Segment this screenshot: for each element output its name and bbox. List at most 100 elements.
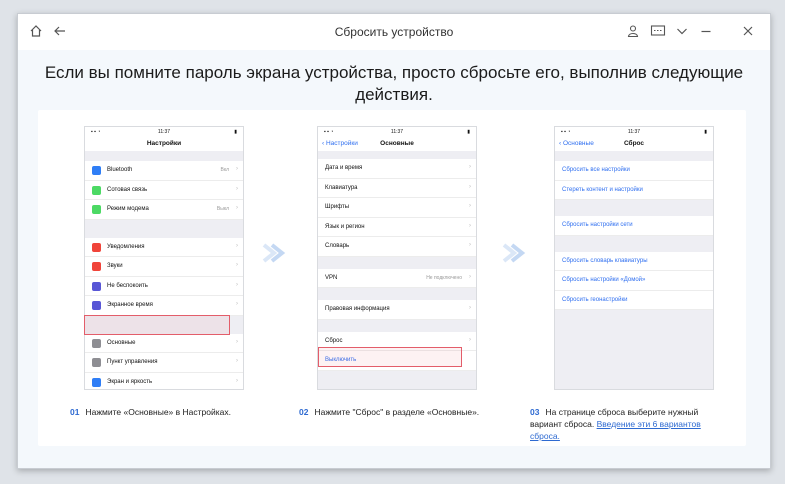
settings-row-label: Уведомления xyxy=(107,243,145,250)
settings-row[interactable]: Сбросить все настройки xyxy=(555,161,713,181)
settings-row-value: Вкл xyxy=(220,167,230,173)
chevron-right-icon: › xyxy=(236,281,238,288)
chevron-right-icon: › xyxy=(236,185,238,192)
group-spacer xyxy=(555,235,713,252)
status-time: 11:37 xyxy=(157,129,171,135)
settings-row-label: Экран и яркость xyxy=(107,378,153,385)
chevron-right-icon: › xyxy=(236,377,238,384)
settings-row[interactable]: Пункт управления › xyxy=(85,353,243,373)
settings-row-label: Сбросить все настройки xyxy=(562,167,630,173)
settings-row-icon xyxy=(92,301,101,310)
step-text: Нажмите «Основные» в Настройках. xyxy=(85,407,231,417)
settings-row[interactable]: Экранное время › xyxy=(85,296,243,316)
phone-nav-title: Настройки xyxy=(146,140,182,147)
settings-row[interactable]: Основные › xyxy=(85,333,243,353)
settings-row-label: Стереть контент и настройки xyxy=(562,186,643,193)
step-3: 03 На странице сброса выберите нужный вар… xyxy=(530,406,730,442)
settings-row-icon xyxy=(92,242,101,252)
settings-row-value: Не подключено xyxy=(426,274,462,281)
chevron-right-icon: › xyxy=(236,242,238,249)
settings-row-icon xyxy=(92,166,101,175)
settings-row-value: Выкл xyxy=(216,206,229,212)
group-spacer xyxy=(555,151,713,161)
settings-row[interactable]: Не беспокоить › xyxy=(85,276,243,296)
step-number: 01 xyxy=(70,407,80,417)
chevron-right-icon: › xyxy=(236,338,238,345)
settings-row[interactable]: Сбросить геонастройки xyxy=(555,290,713,310)
settings-row[interactable]: Сотовая связь › xyxy=(85,180,243,200)
settings-row-label: Сбросить геонастройки xyxy=(562,296,628,303)
settings-row-label: Режим модема xyxy=(107,206,149,212)
close-icon[interactable] xyxy=(740,24,756,40)
settings-row-icon xyxy=(92,358,101,367)
settings-row[interactable]: Звуки › xyxy=(85,257,243,277)
settings-row-label: Клавиатура xyxy=(325,184,358,191)
chevron-right-icon: › xyxy=(236,262,238,268)
phone-nav-title: Основные xyxy=(380,140,414,147)
settings-row-label: Сбросить настройки сети xyxy=(562,222,633,228)
settings-row[interactable]: Bluetooth Вкл › xyxy=(85,161,243,181)
settings-row[interactable]: VPN Не подключено › xyxy=(318,268,476,288)
battery-icon: ▮ xyxy=(234,129,237,135)
arrow-right-icon xyxy=(262,243,286,263)
steps-card: ▪ ▪ ◔ 11:37 ▮ Настройки Bluetooth Вкл › Сотовая… xyxy=(38,110,746,446)
chevron-right-icon: › xyxy=(469,203,471,209)
step-number: 03 xyxy=(530,407,540,417)
settings-row-label: VPN xyxy=(325,274,338,281)
battery-icon: ▮ xyxy=(467,129,470,135)
chevron-right-icon: › xyxy=(236,301,238,307)
group-spacer xyxy=(318,256,476,269)
chevron-right-icon: › xyxy=(236,205,238,211)
settings-row-label: Пункт управления xyxy=(107,359,158,365)
settings-row-label: Bluetooth xyxy=(107,167,133,173)
settings-row-icon xyxy=(92,185,101,195)
settings-row-label: Сброс xyxy=(325,337,343,344)
settings-row[interactable]: Дата и время › xyxy=(318,159,476,179)
settings-row[interactable]: Шрифты › xyxy=(318,198,476,218)
settings-row[interactable]: Экран и яркость › xyxy=(85,372,243,389)
settings-row[interactable]: Язык и регион › xyxy=(318,217,476,237)
settings-row[interactable]: Словарь › xyxy=(318,237,476,257)
phone-nav-title: Сброс xyxy=(623,140,645,147)
group-spacer xyxy=(318,370,476,389)
user-icon[interactable] xyxy=(625,24,641,40)
chevron-right-icon: › xyxy=(469,273,471,280)
settings-row[interactable]: Сбросить настройки сети xyxy=(555,216,713,236)
step-number: 02 xyxy=(299,407,309,417)
phone-nav-bar: ‹ Настройки Основные xyxy=(318,137,476,151)
settings-row-label: Словарь xyxy=(325,243,350,249)
settings-row[interactable]: Сбросить словарь клавиатуры xyxy=(555,251,713,271)
settings-row[interactable]: Режим модема Выкл › xyxy=(85,200,243,220)
chevron-right-icon: › xyxy=(236,358,238,364)
chevron-right-icon: › xyxy=(469,164,471,170)
step-2: 02 Нажмите "Сброс" в разделе «Основные». xyxy=(299,406,509,418)
chevron-right-icon: › xyxy=(469,336,471,343)
phone-nav-bar: Настройки xyxy=(85,137,243,151)
title-bar: Сбросить устройство xyxy=(18,14,770,50)
settings-row-label: Экранное время xyxy=(107,302,153,308)
battery-icon: ▮ xyxy=(704,129,707,135)
group-spacer xyxy=(555,200,713,216)
status-time: 11:37 xyxy=(627,129,641,135)
group-spacer xyxy=(318,151,476,159)
minimize-icon[interactable] xyxy=(698,24,714,40)
settings-row-label: Правовая информация xyxy=(325,306,390,312)
status-bar: ▪ ▪ ◔ 11:37 ▮ xyxy=(85,127,243,137)
settings-row[interactable]: Правовая информация › xyxy=(318,300,476,320)
feedback-icon[interactable] xyxy=(650,24,666,40)
settings-row[interactable]: Стереть контент и настройки xyxy=(555,180,713,200)
headline: Если вы помните пароль экрана устройства… xyxy=(44,63,744,104)
settings-row-icon xyxy=(92,262,101,271)
group-spacer xyxy=(318,288,476,300)
status-bar: ▪ ▪ ◔ 11:37 ▮ xyxy=(318,127,476,137)
group-spacer xyxy=(318,319,476,332)
settings-row-label: Дата и время xyxy=(325,165,363,171)
settings-row[interactable]: Клавиатура › xyxy=(318,178,476,198)
settings-row-label: Звуки xyxy=(107,263,123,269)
settings-row[interactable]: Уведомления › xyxy=(85,237,243,257)
status-bar: ▪ ▪ ◔ 11:37 ▮ xyxy=(555,127,713,137)
chevron-down-icon[interactable] xyxy=(674,24,690,40)
settings-row-label: Язык и регион xyxy=(325,223,365,230)
settings-row[interactable]: Сбросить настройки «Домой» xyxy=(555,271,713,291)
settings-row-label: Шрифты xyxy=(325,204,350,210)
